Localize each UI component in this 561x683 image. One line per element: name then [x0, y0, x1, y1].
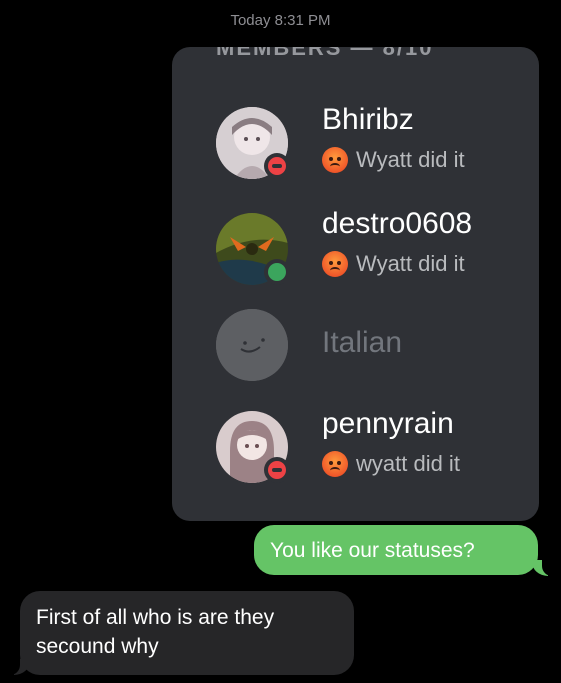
angry-face-icon — [322, 451, 348, 477]
online-status-icon — [264, 259, 290, 285]
member-name: Bhiribz — [322, 103, 414, 136]
member-row[interactable]: pennyrain wyatt did it — [172, 407, 539, 501]
dnd-status-icon — [264, 153, 290, 179]
member-status: Wyatt did it — [322, 251, 465, 277]
member-status: wyatt did it — [322, 451, 460, 477]
received-message-bubble[interactable]: First of all who is are they secound why — [20, 591, 354, 675]
member-row[interactable]: Bhiribz Wyatt did it — [172, 103, 539, 197]
member-status: Wyatt did it — [322, 147, 465, 173]
members-header: MEMBERS — 8/10 — [216, 47, 434, 60]
avatar — [216, 309, 288, 381]
sent-message-bubble[interactable]: You like our statuses? — [254, 525, 538, 575]
message-timestamp: Today 8:31 PM — [230, 12, 331, 29]
member-row[interactable]: Italian — [172, 309, 539, 399]
member-name: pennyrain — [322, 407, 454, 440]
screenshot-image-attachment[interactable]: MEMBERS — 8/10 Bhiribz Wyatt did it dest… — [172, 47, 539, 521]
angry-face-icon — [322, 147, 348, 173]
member-name: Italian — [322, 326, 403, 359]
member-row[interactable]: destro0608 Wyatt did it — [172, 207, 539, 303]
dnd-status-icon — [264, 457, 290, 483]
member-name: destro0608 — [322, 207, 473, 240]
angry-face-icon — [322, 251, 348, 277]
